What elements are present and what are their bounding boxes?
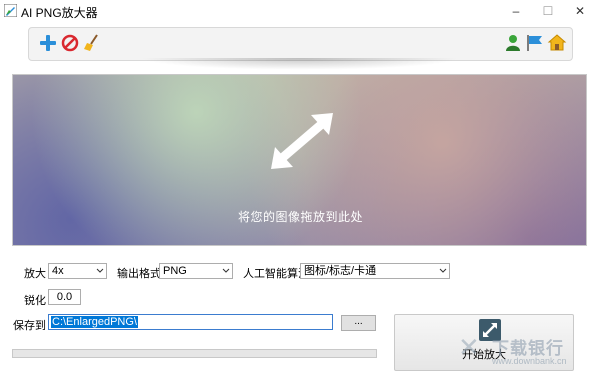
browse-button[interactable]: ... bbox=[341, 315, 376, 331]
chevron-down-icon bbox=[439, 268, 447, 273]
user-icon[interactable] bbox=[503, 33, 523, 53]
save-path-value: C:\EnlargedPNG\ bbox=[51, 316, 138, 328]
toolbar-shadow bbox=[140, 58, 460, 70]
scale-select[interactable]: 4x bbox=[48, 263, 107, 279]
resize-arrow-icon bbox=[271, 113, 333, 169]
progress-bar bbox=[12, 349, 377, 358]
format-select[interactable]: PNG bbox=[159, 263, 233, 279]
image-drop-zone[interactable]: 将您的图像拖放到此处 bbox=[12, 74, 587, 246]
chevron-down-icon bbox=[96, 268, 104, 273]
drop-hint: 将您的图像拖放到此处 bbox=[237, 210, 363, 224]
chevron-down-icon bbox=[222, 268, 230, 273]
title-bar: AI PNG放大器 – ☐ ✕ bbox=[0, 0, 600, 22]
app-logo-icon bbox=[4, 4, 17, 17]
clear-broom-icon[interactable] bbox=[82, 33, 102, 53]
watermark-logo-icon: ✕ bbox=[458, 332, 480, 362]
save-path-input[interactable]: C:\EnlargedPNG\ bbox=[48, 314, 333, 330]
save-to-label: 保存到 bbox=[13, 320, 46, 332]
home-icon[interactable] bbox=[547, 33, 567, 53]
sharpen-input[interactable]: 0.0 bbox=[48, 289, 81, 305]
add-icon[interactable] bbox=[38, 33, 58, 53]
watermark-url: www.downbank.cn bbox=[492, 356, 567, 366]
watermark: ✕ 下载银行 www.downbank.cn bbox=[458, 332, 598, 372]
algorithm-value: 图标/标志/卡通 bbox=[304, 265, 377, 277]
toolbar bbox=[28, 27, 573, 61]
format-label: 输出格式 bbox=[117, 268, 161, 280]
window-title: AI PNG放大器 bbox=[21, 6, 98, 20]
sharpen-label: 锐化 bbox=[24, 295, 46, 307]
scale-value: 4x bbox=[52, 265, 64, 277]
flag-icon[interactable] bbox=[525, 33, 545, 53]
algorithm-select[interactable]: 图标/标志/卡通 bbox=[300, 263, 450, 279]
minimize-button[interactable]: – bbox=[508, 3, 524, 19]
maximize-button[interactable]: ☐ bbox=[540, 3, 556, 19]
scale-label: 放大 bbox=[24, 268, 46, 280]
format-value: PNG bbox=[163, 265, 187, 277]
close-button[interactable]: ✕ bbox=[572, 3, 588, 19]
remove-icon[interactable] bbox=[60, 33, 80, 53]
